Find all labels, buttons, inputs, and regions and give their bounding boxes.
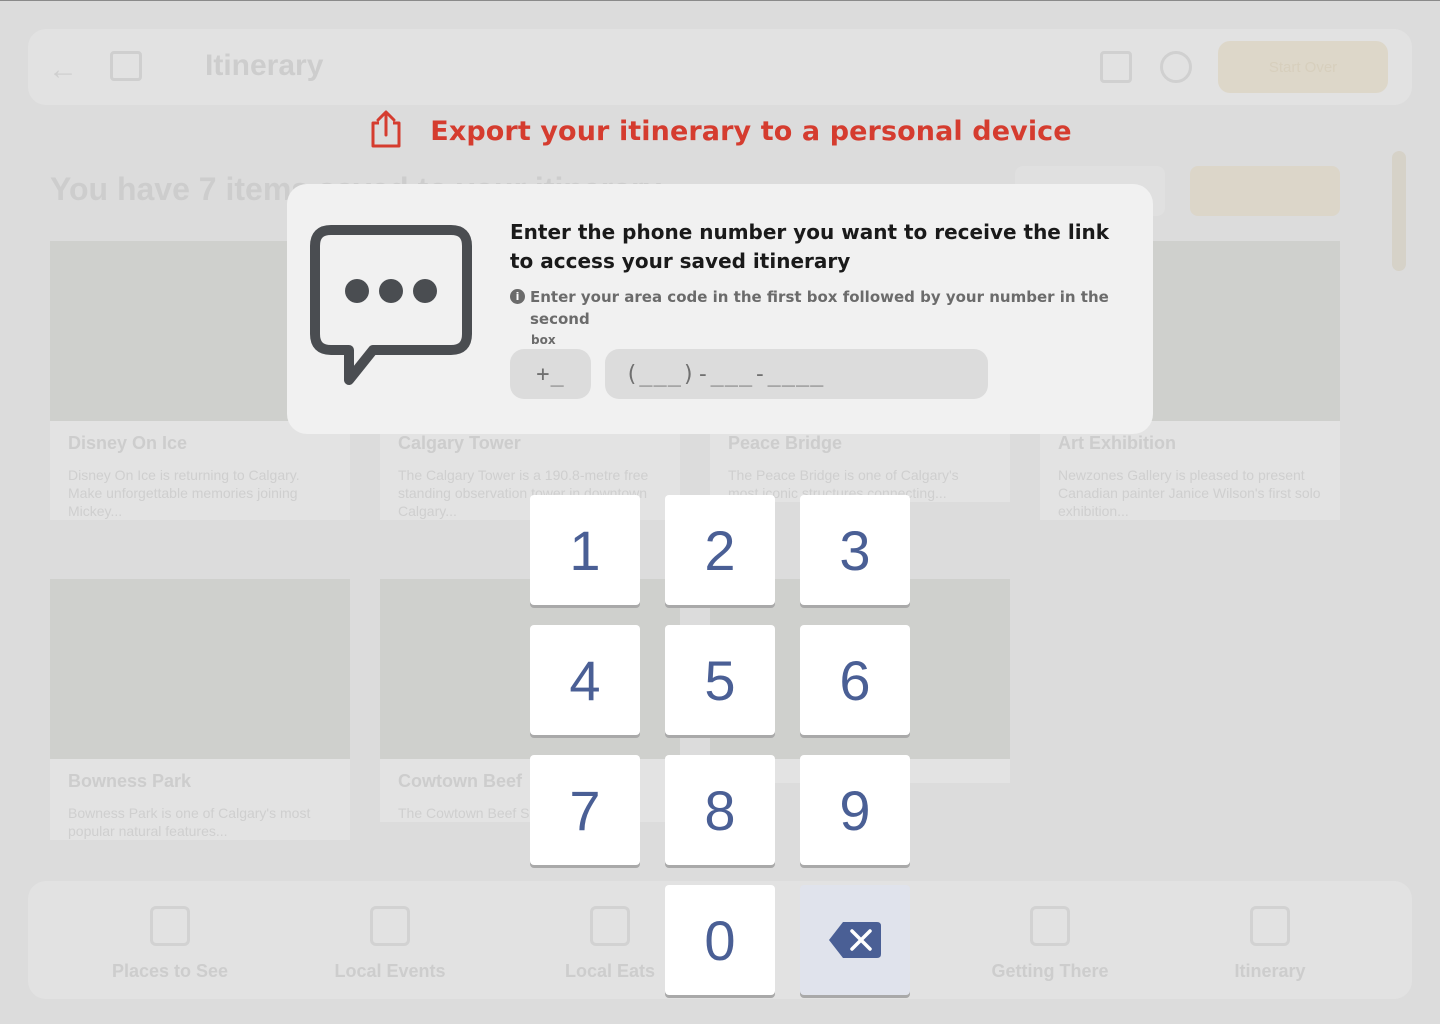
eats-icon: [590, 906, 630, 946]
modal-title: Export your itinerary to a personal devi…: [0, 109, 1440, 154]
share-icon: [368, 109, 404, 154]
phone-number-input[interactable]: (___)-___-____: [605, 349, 988, 399]
keypad-key-7[interactable]: 7: [530, 755, 640, 865]
help-icon: [1160, 51, 1192, 83]
keypad-delete-button[interactable]: [800, 885, 910, 995]
nav-itinerary: Itinerary: [1234, 961, 1306, 981]
card-description: Bowness Park is one of Calgary's most po…: [68, 805, 311, 839]
keypad-key-9[interactable]: 9: [800, 755, 910, 865]
back-arrow-icon: ←: [48, 53, 78, 86]
card-image: [50, 579, 350, 759]
hint-text: Enter your area code in the first box fo…: [530, 288, 1109, 328]
phone-entry-panel: Enter the phone number you want to recei…: [287, 184, 1153, 434]
nav-getting-there: Getting There: [991, 961, 1109, 981]
modal-title-text: Export your itinerary to a personal devi…: [430, 116, 1072, 147]
keypad-key-2[interactable]: 2: [665, 495, 775, 605]
header-title: Itinerary: [205, 49, 324, 82]
transport-icon: [1030, 906, 1070, 946]
card-description: Disney On Ice is returning to Calgary. M…: [68, 467, 300, 519]
phone-prompt: Enter the phone number you want to recei…: [510, 220, 1110, 273]
keypad-key-4[interactable]: 4: [530, 625, 640, 735]
home-icon: [110, 51, 142, 81]
scrollbar: [1392, 151, 1406, 271]
primary-action-button: [1190, 166, 1340, 216]
events-icon: [370, 906, 410, 946]
info-icon: i: [510, 289, 525, 304]
phone-hint: i Enter your area code in the first box …: [510, 286, 1110, 351]
hint-text-tail: box: [531, 333, 556, 347]
keypad-key-6[interactable]: 6: [800, 625, 910, 735]
card-title: Bowness Park: [68, 771, 192, 791]
keypad-key-3[interactable]: 3: [800, 495, 910, 605]
area-code-input[interactable]: +_: [510, 349, 591, 399]
nav-places-to-see: Places to See: [111, 961, 229, 981]
chat-bubble-icon: [309, 224, 475, 399]
itinerary-card: Bowness Park Bowness Park is one of Calg…: [50, 579, 350, 840]
keypad-key-8[interactable]: 8: [665, 755, 775, 865]
language-icon: [1100, 51, 1132, 83]
keypad-key-5[interactable]: 5: [665, 625, 775, 735]
backspace-icon: [827, 908, 883, 973]
start-over-button: Start Over: [1218, 41, 1388, 93]
nav-local-events: Local Events: [334, 961, 446, 981]
places-icon: [150, 906, 190, 946]
keypad-key-0[interactable]: 0: [665, 885, 775, 995]
keypad-key-1[interactable]: 1: [530, 495, 640, 605]
itinerary-icon: [1250, 906, 1290, 946]
card-description: Newzones Gallery is pleased to present C…: [1058, 467, 1321, 519]
